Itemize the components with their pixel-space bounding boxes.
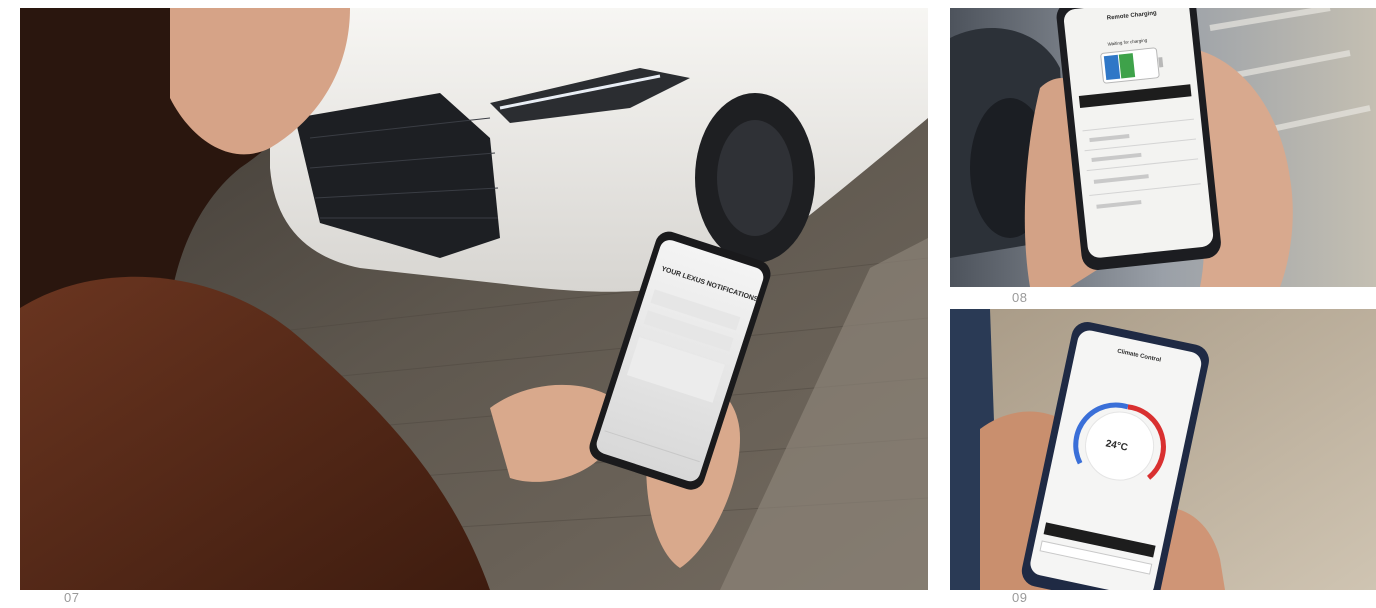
photo-woman-with-car: YOUR LEXUS NOTIFICATIONS — [20, 8, 928, 590]
photo-caption: 09 — [1012, 590, 1028, 605]
photo-climate-control: Climate Control 24°C — [950, 309, 1376, 590]
photo-remote-charging: Remote Charging Waiting for charging — [950, 8, 1376, 287]
battery-blue-segment — [1103, 54, 1121, 81]
battery-green-segment — [1118, 53, 1136, 79]
photo-caption: 07 — [64, 590, 80, 605]
photo-caption: 08 — [1012, 290, 1028, 305]
